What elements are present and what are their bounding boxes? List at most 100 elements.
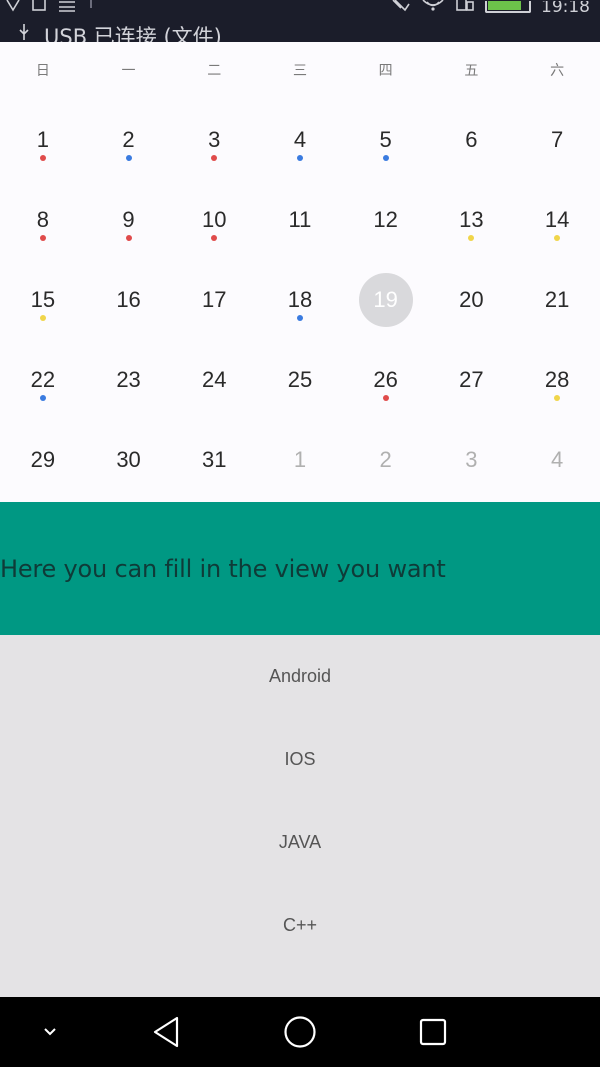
notification-row[interactable]: USB 已连接 (文件)	[18, 22, 222, 42]
day-cell[interactable]: 20	[429, 260, 515, 340]
collapse-icon[interactable]	[20, 997, 80, 1067]
day-cell[interactable]: 21	[514, 260, 600, 340]
day-number: 3	[208, 127, 221, 152]
weekday-label: 三	[292, 63, 307, 79]
day-cell[interactable]: 31	[171, 420, 257, 500]
event-dot-red	[39, 155, 46, 161]
event-dot-red	[211, 235, 218, 241]
event-dot-red	[39, 235, 46, 241]
day-cell[interactable]: 3	[171, 100, 257, 180]
sim-icon	[455, 0, 475, 15]
battery-icon	[485, 1, 531, 13]
day-cell[interactable]: 28	[514, 340, 600, 420]
event-dot-yellow	[468, 235, 475, 241]
day-number: 2	[379, 447, 392, 472]
day-number: 16	[116, 287, 141, 312]
day-number: 2	[122, 127, 135, 152]
day-number: 17	[202, 287, 227, 312]
day-cell[interactable]: 23	[86, 340, 172, 420]
option-list: Android IOS JAVA C++	[0, 635, 600, 997]
day-cell[interactable]: 15	[0, 260, 86, 340]
day-number: 25	[287, 367, 313, 392]
day-cell[interactable]: 6	[429, 100, 515, 180]
day-number: 31	[202, 447, 227, 472]
list-item[interactable]: IOS	[0, 718, 600, 801]
weekday-label: 一	[121, 63, 136, 79]
week-row: 8 9 10 11 12 13 14	[0, 180, 600, 260]
day-cell[interactable]: 3	[429, 420, 515, 500]
day-cell[interactable]: 18	[257, 260, 343, 340]
day-number: 1	[36, 127, 49, 152]
message-icon	[58, 0, 76, 14]
day-number: 14	[544, 207, 570, 232]
day-number: 29	[30, 447, 56, 472]
home-icon[interactable]	[270, 997, 330, 1067]
recents-icon[interactable]	[403, 997, 463, 1067]
day-cell[interactable]: 5	[343, 100, 429, 180]
calendar: 日一二三四五六 1 2 3 4 5 6 7 8 9 10 11 12 13 14 15 16 17 18 19 20 2…	[0, 42, 600, 502]
day-number: 4	[550, 447, 564, 472]
status-icons-left	[6, 0, 94, 12]
day-cell[interactable]: 25	[257, 340, 343, 420]
event-dot-yellow	[554, 235, 561, 241]
list-item[interactable]: JAVA	[0, 801, 600, 884]
event-dot-red	[211, 155, 218, 161]
event-dot-red	[125, 235, 132, 241]
day-number: 21	[544, 287, 570, 312]
day-number: 28	[544, 367, 570, 392]
day-cell[interactable]: 11	[257, 180, 343, 260]
day-cell[interactable]: 2	[86, 100, 172, 180]
day-cell[interactable]: 1	[257, 420, 343, 500]
day-number: 15	[30, 287, 56, 312]
day-number: 8	[36, 207, 49, 232]
list-item[interactable]: C++	[0, 884, 600, 967]
day-cell[interactable]: 1	[0, 100, 86, 180]
day-cell[interactable]: 27	[429, 340, 515, 420]
day-cell[interactable]: 2	[343, 420, 429, 500]
usb-notification-text: USB 已连接 (文件)	[44, 25, 222, 42]
day-cell[interactable]: 7	[514, 100, 600, 180]
day-cell[interactable]: 24	[171, 340, 257, 420]
navigation-bar	[0, 997, 600, 1067]
day-number: 3	[465, 447, 478, 472]
day-number: 19	[373, 287, 398, 312]
weekday-label: 六	[550, 63, 565, 79]
selected-day-cell[interactable]: 19	[343, 260, 429, 340]
day-cell[interactable]: 14	[514, 180, 600, 260]
day-number: 30	[116, 447, 141, 472]
day-cell[interactable]: 10	[171, 180, 257, 260]
weekday-label: 日	[35, 63, 50, 79]
event-dot-blue	[296, 155, 303, 161]
day-cell[interactable]: 16	[86, 260, 172, 340]
status-icons-right: 19:18	[391, 0, 590, 14]
event-dot-red	[382, 395, 389, 401]
day-number: 4	[293, 127, 307, 152]
weekday-label: 五	[464, 63, 479, 79]
day-number: 5	[379, 127, 392, 152]
day-cell[interactable]: 4	[257, 100, 343, 180]
back-icon[interactable]	[136, 997, 196, 1067]
week-row: 29 30 31 1 2 3 4	[0, 420, 600, 500]
day-cell[interactable]: 13	[429, 180, 515, 260]
day-cell[interactable]: 8	[0, 180, 86, 260]
day-cell[interactable]: 26	[343, 340, 429, 420]
event-dot-blue	[39, 395, 46, 401]
day-number: 27	[459, 367, 484, 392]
weekday-label: 二	[207, 63, 222, 79]
weekday-header: 日一二三四五六	[0, 42, 600, 100]
day-cell[interactable]: 9	[86, 180, 172, 260]
day-cell[interactable]: 22	[0, 340, 86, 420]
event-dot-blue	[296, 315, 303, 321]
day-number: 23	[116, 367, 141, 392]
day-number: 26	[373, 367, 398, 392]
day-cell[interactable]: 30	[86, 420, 172, 500]
calendar-grid: 1 2 3 4 5 6 7 8 9 10 11 12 13 14 15 16 17 18 19 20 21 22 23 24 2…	[0, 100, 600, 500]
event-dot-yellow	[554, 395, 561, 401]
small-status-icon	[88, 0, 94, 12]
day-cell[interactable]: 17	[171, 260, 257, 340]
day-cell[interactable]: 4	[514, 420, 600, 500]
day-cell[interactable]: 29	[0, 420, 86, 500]
day-cell[interactable]: 12	[343, 180, 429, 260]
list-item[interactable]: Android	[0, 635, 600, 718]
banner-text: Here you can fill in the view you want	[0, 555, 446, 583]
